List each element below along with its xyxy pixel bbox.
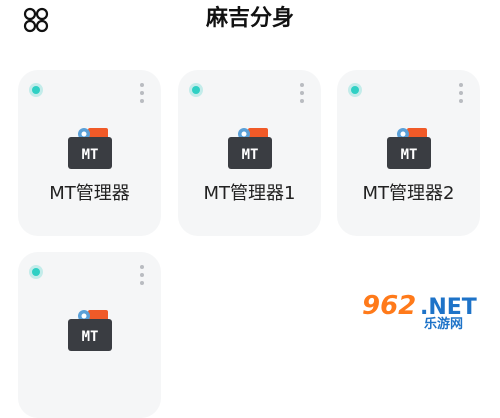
more-options-icon[interactable] xyxy=(454,80,468,106)
running-status-dot xyxy=(32,86,40,94)
page-title: 麻吉分身 xyxy=(205,6,294,31)
app-card[interactable]: MT MT管理器 xyxy=(18,70,161,236)
more-options-icon[interactable] xyxy=(135,80,149,106)
more-options-icon[interactable] xyxy=(135,262,149,288)
mt-icon-text: MT xyxy=(241,147,258,163)
running-status-dot xyxy=(192,86,200,94)
app-label: MT管理器2 xyxy=(362,183,455,204)
running-status-dot xyxy=(32,268,40,276)
mt-manager-app-icon: MT xyxy=(67,310,112,351)
running-status-dot xyxy=(351,86,359,94)
app-card[interactable]: MT xyxy=(18,252,161,418)
mt-icon-text: MT xyxy=(400,147,417,163)
watermark-subtitle: 乐游网 xyxy=(424,316,463,330)
mt-icon-text: MT xyxy=(81,329,98,345)
app-header: 麻吉分身 xyxy=(0,0,500,44)
more-options-icon[interactable] xyxy=(295,80,309,106)
app-label: MT管理器1 xyxy=(203,183,296,204)
mt-manager-app-icon: MT xyxy=(386,128,431,169)
watermark-number: 962 xyxy=(362,291,416,321)
mt-manager-app-icon: MT xyxy=(227,128,272,169)
site-watermark-logo: 962 .NET 乐游网 xyxy=(362,291,477,330)
app-card[interactable]: MT MT管理器2 xyxy=(337,70,480,236)
app-label: MT管理器 xyxy=(49,183,130,204)
mt-icon-text: MT xyxy=(81,147,98,163)
app-card[interactable]: MT MT管理器1 xyxy=(178,70,321,236)
mt-manager-app-icon: MT xyxy=(67,128,112,169)
